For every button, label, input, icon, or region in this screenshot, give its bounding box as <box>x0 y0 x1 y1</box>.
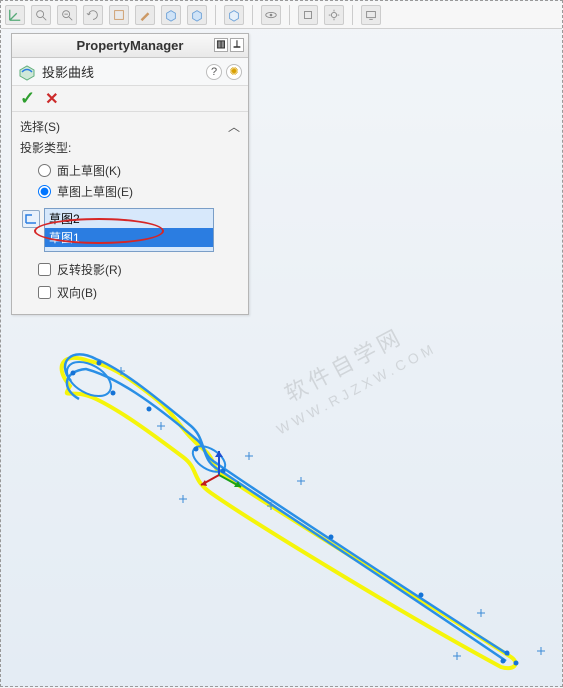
check-bidir-label: 双向(B) <box>57 284 97 301</box>
pencil-icon[interactable] <box>135 5 155 25</box>
zoom-out-icon[interactable] <box>57 5 77 25</box>
selection-markers <box>117 367 545 660</box>
separator <box>289 5 290 25</box>
feature-icon[interactable] <box>224 5 244 25</box>
tool-icon[interactable] <box>298 5 318 25</box>
pm-feature-name: 投影曲线 <box>42 62 94 81</box>
origin-triad <box>201 451 241 487</box>
list-item[interactable]: 草图1 <box>45 228 213 247</box>
pm-actions: ✓ ✕ <box>12 86 248 112</box>
pm-header: PropertyManager ▥ ⟂ <box>12 34 248 58</box>
selection-list[interactable]: 草图2 草图1 <box>44 208 214 252</box>
help-icon[interactable]: ? <box>206 64 222 80</box>
list-item[interactable]: 草图2 <box>45 209 213 228</box>
box2-icon[interactable] <box>187 5 207 25</box>
ok-button[interactable]: ✓ <box>20 88 35 109</box>
check-bidirectional[interactable]: 双向(B) <box>38 281 240 304</box>
pm-pin-icon[interactable]: ⟂ <box>230 38 244 52</box>
pm-feature-title: 投影曲线 ? ✺ <box>12 58 248 86</box>
projection-curve-1 <box>65 354 509 655</box>
cancel-button[interactable]: ✕ <box>45 89 58 109</box>
selection-list-icon <box>22 210 40 228</box>
property-manager-panel: PropertyManager ▥ ⟂ 投影曲线 ? ✺ ✓ ✕ 选择(S) ︿… <box>11 33 249 315</box>
projection-curve-icon <box>18 63 36 81</box>
check-reverse-input[interactable] <box>38 263 51 276</box>
sketch-icon[interactable] <box>109 5 129 25</box>
sketch-ellipse-head <box>61 355 117 403</box>
watermark: 软件自学网 WWW.RJZXW.COM <box>259 312 441 442</box>
projection-type-label: 投影类型: <box>20 139 240 156</box>
projection-curve-2 <box>67 369 506 661</box>
watermark-line2: WWW.RJZXW.COM <box>271 335 441 442</box>
rotate-icon[interactable] <box>83 5 103 25</box>
axis-icon[interactable] <box>5 5 25 25</box>
check-reverse-label: 反转投影(R) <box>57 261 122 278</box>
separator <box>215 5 216 25</box>
watermark-line1: 软件自学网 <box>259 312 429 419</box>
zoom-in-icon[interactable] <box>31 5 51 25</box>
screen-icon[interactable] <box>361 5 381 25</box>
collapse-icon[interactable]: ︿ <box>228 118 240 135</box>
check-reverse-projection[interactable]: 反转投影(R) <box>38 258 240 281</box>
sketch-ellipse-mid <box>188 441 229 477</box>
radio-sketch-label: 草图上草图(E) <box>57 183 133 200</box>
radio-sketch-on-sketch[interactable]: 草图上草图(E) <box>38 181 240 202</box>
radio-face-on-sketch[interactable]: 面上草图(K) <box>38 160 240 181</box>
sketch-yellow-outline <box>62 358 516 668</box>
curve-points <box>71 361 519 666</box>
eye-icon[interactable] <box>261 5 281 25</box>
box-icon[interactable] <box>161 5 181 25</box>
help-tip-icon[interactable]: ✺ <box>226 64 242 80</box>
radio-face-input[interactable] <box>38 164 51 177</box>
main-toolbar <box>1 1 562 29</box>
settings-icon[interactable] <box>324 5 344 25</box>
separator <box>252 5 253 25</box>
selection-section: 选择(S) ︿ 投影类型: 面上草图(K) 草图上草图(E) 草图2 草图1 反… <box>12 112 248 314</box>
check-bidir-input[interactable] <box>38 286 51 299</box>
section-title: 选择(S) <box>20 118 60 135</box>
radio-face-label: 面上草图(K) <box>57 162 121 179</box>
radio-sketch-input[interactable] <box>38 185 51 198</box>
pm-prev-icon[interactable]: ▥ <box>214 38 228 52</box>
pm-header-title: PropertyManager <box>77 38 184 53</box>
separator <box>352 5 353 25</box>
